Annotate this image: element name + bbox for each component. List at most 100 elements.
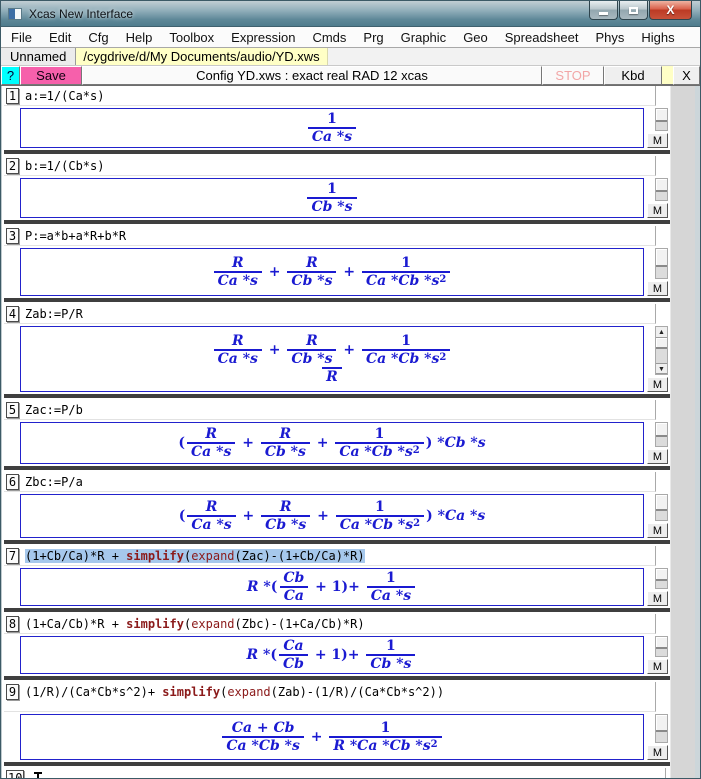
output-scrollbar[interactable] <box>655 422 668 447</box>
entry-number[interactable]: 7 <box>6 548 19 564</box>
entry-output[interactable]: (R Ca * s + R Cb * s + 1 Ca * Cb * s 2) * Ca * s <box>20 494 644 538</box>
menu-prg[interactable]: Prg <box>363 30 383 45</box>
menu-cfg[interactable]: Cfg <box>88 30 108 45</box>
entry-input[interactable]: Zbc:=P/a <box>23 473 84 490</box>
output-menu-button[interactable]: M <box>647 133 668 148</box>
scrollbar-thumb[interactable] <box>656 338 667 350</box>
entry-number[interactable]: 8 <box>6 616 19 632</box>
entry-input[interactable]: P:=a*b+a*R+b*R <box>23 227 127 244</box>
session-scrollbar-gutter[interactable] <box>670 86 700 778</box>
menu-highs[interactable]: Highs <box>641 30 674 45</box>
output-menu-button[interactable]: M <box>647 659 668 674</box>
entry-number[interactable]: 2 <box>6 158 19 174</box>
scrollbar-thumb[interactable] <box>656 495 667 511</box>
menu-graphic[interactable]: Graphic <box>401 30 447 45</box>
output-scrollbar[interactable]: ▲ ▼ <box>655 326 668 375</box>
minimize-button[interactable] <box>589 1 618 20</box>
entry-output[interactable]: Ca + Cb Ca * Cb * s + 1R * Ca * Cb * s 2 <box>20 714 644 760</box>
scrollbar-thumb[interactable] <box>656 715 667 732</box>
entry-output[interactable]: R *(Ca Cb + 1)+ 1 Cb * s <box>20 636 644 674</box>
close-session-button[interactable]: X <box>673 66 700 85</box>
entry-number[interactable]: 10 <box>6 770 25 778</box>
scrollbar-thumb[interactable] <box>656 249 667 267</box>
output-menu-button[interactable]: M <box>647 745 668 760</box>
entry-input[interactable]: Zab:=P/R <box>23 305 84 322</box>
output-menu-button[interactable]: M <box>647 591 668 606</box>
session-entry: 4 Zab:=P/R R Ca * s + R Cb * s + 1 Ca * Cb * s 2 R ▲… <box>4 304 670 400</box>
keyboard-toggle-button[interactable]: Kbd <box>604 66 662 85</box>
output-menu-button[interactable]: M <box>647 203 668 218</box>
output-menu-button[interactable]: M <box>647 449 668 464</box>
entry-input-line[interactable]: 3 P:=a*b+a*R+b*R <box>4 226 656 246</box>
entry-input[interactable]: (1+Ca/Cb)*R + simplify(expand(Zbc)-(1+Ca… <box>23 615 366 632</box>
entry-number[interactable]: 5 <box>6 402 19 418</box>
entry-input[interactable]: (1+Cb/Ca)*R + simplify(expand(Zac)-(1+Cb… <box>23 547 366 564</box>
entry-input[interactable]: a:=1/(Ca*s) <box>23 87 105 104</box>
math-text: + 1)+ <box>310 579 365 595</box>
math-variable: Ca <box>339 517 360 533</box>
maximize-button[interactable] <box>619 1 648 20</box>
math-expression: 1 Ca * s <box>306 111 358 145</box>
scrollbar-thumb[interactable] <box>656 569 667 581</box>
output-scrollbar[interactable] <box>655 248 668 279</box>
menu-edit[interactable]: Edit <box>49 30 71 45</box>
input-token: Zac:=P/b <box>25 403 83 417</box>
entry-input-line[interactable]: 1 a:=1/(Ca*s) <box>4 86 656 106</box>
scrollbar-thumb[interactable] <box>656 179 667 193</box>
entry-input[interactable]: (1/R)/(Ca*Cb*s^2)+ simplify(expand(Zab)-… <box>23 683 445 700</box>
session-tab[interactable]: Unnamed <box>1 48 77 65</box>
entry-output[interactable]: 1 Cb * s <box>20 178 644 218</box>
entry-input-line[interactable]: 5 Zac:=P/b <box>4 400 656 420</box>
entry-output[interactable]: (R Ca * s + R Cb * s + 1 Ca * Cb * s 2) * Cb * s <box>20 422 644 464</box>
entry-input-line[interactable]: 9 (1/R)/(Ca*Cb*s^2)+ simplify(expand(Zab)… <box>4 682 656 712</box>
output-scrollbar[interactable] <box>655 108 668 131</box>
entry-number[interactable]: 1 <box>6 88 19 104</box>
entry-output[interactable]: R *(Cb Ca + 1)+ 1 Ca * s <box>20 568 644 606</box>
entry-number[interactable]: 4 <box>6 306 19 322</box>
output-scrollbar[interactable] <box>655 636 668 657</box>
output-scrollbar[interactable] <box>655 714 668 743</box>
entry-input-line[interactable]: 2 b:=1/(Cb*s) <box>4 156 656 176</box>
entry-output[interactable]: R Ca * s + R Cb * s + 1 Ca * Cb * s 2 <box>20 248 644 296</box>
entry-output[interactable]: 1 Ca * s <box>20 108 644 148</box>
menu-geo[interactable]: Geo <box>463 30 488 45</box>
entry-number[interactable]: 9 <box>6 684 19 700</box>
menu-spreadsheet[interactable]: Spreadsheet <box>505 30 579 45</box>
scrollbar-track[interactable] <box>656 338 667 363</box>
entry-input-line[interactable]: 7 (1+Cb/Ca)*R + simplify(expand(Zac)-(1+C… <box>4 546 656 566</box>
output-scrollbar[interactable] <box>655 178 668 201</box>
menu-expression[interactable]: Expression <box>231 30 295 45</box>
entry-input[interactable]: b:=1/(Cb*s) <box>23 157 105 174</box>
entry-separator <box>4 150 670 154</box>
scroll-down-icon[interactable]: ▼ <box>656 363 667 374</box>
entry-input-line[interactable]: 6 Zbc:=P/a <box>4 472 656 492</box>
menu-file[interactable]: File <box>11 30 32 45</box>
scrollbar-thumb[interactable] <box>656 109 667 123</box>
menu-cmds[interactable]: Cmds <box>312 30 346 45</box>
entry-output[interactable]: R Ca * s + R Cb * s + 1 Ca * Cb * s 2 R <box>20 326 644 392</box>
scrollbar-thumb[interactable] <box>656 423 667 438</box>
output-menu-button[interactable]: M <box>647 377 668 392</box>
output-scrollbar[interactable] <box>655 568 668 589</box>
menu-help[interactable]: Help <box>126 30 153 45</box>
entry-input-line[interactable]: 4 Zab:=P/R <box>4 304 656 324</box>
config-status-button[interactable]: Config YD.xws : exact real RAD 12 xcas <box>82 66 542 85</box>
close-button[interactable]: X <box>649 1 692 20</box>
entry-input-line[interactable]: 10 <box>4 768 666 778</box>
entry-input[interactable] <box>28 769 31 772</box>
menu-toolbox[interactable]: Toolbox <box>169 30 214 45</box>
scroll-up-icon[interactable]: ▲ <box>656 327 667 338</box>
save-button[interactable]: Save <box>20 66 82 85</box>
entry-number[interactable]: 3 <box>6 228 19 244</box>
output-scrollbar[interactable] <box>655 494 668 521</box>
menu-phys[interactable]: Phys <box>596 30 625 45</box>
command-token: simplify <box>126 617 184 631</box>
entry-input[interactable]: Zac:=P/b <box>23 401 84 418</box>
output-menu-button[interactable]: M <box>647 281 668 296</box>
scrollbar-thumb[interactable] <box>656 637 667 649</box>
output-menu-button[interactable]: M <box>647 523 668 538</box>
file-path[interactable]: /cygdrive/d/My Documents/audio/YD.xws <box>76 48 328 65</box>
entry-input-line[interactable]: 8 (1+Ca/Cb)*R + simplify(expand(Zbc)-(1+C… <box>4 614 656 634</box>
entry-number[interactable]: 6 <box>6 474 19 490</box>
help-button[interactable]: ? <box>1 66 20 85</box>
